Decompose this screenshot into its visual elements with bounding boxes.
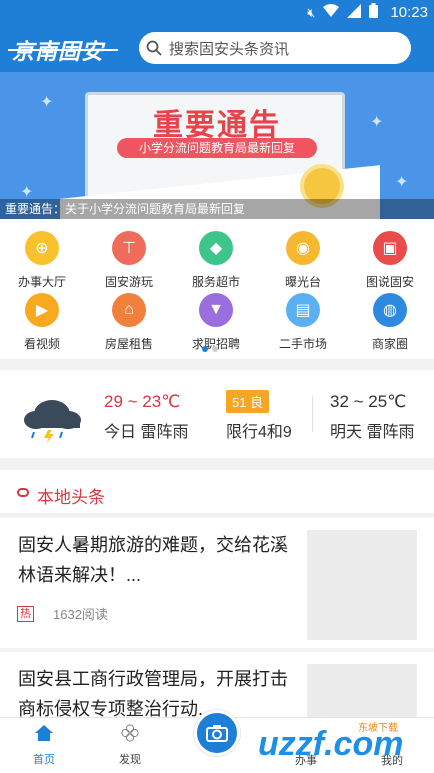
weather-card[interactable]: 29 ~ 23℃ 今日 雷阵雨 51 良 限行4和9 32 ~ 25℃ 明天 雷… <box>0 370 434 458</box>
news-section-title: 本地头条 <box>37 488 105 507</box>
service-item-exposure[interactable]: ◉ 曝光台 <box>273 231 333 290</box>
thunderstorm-icon <box>22 396 82 449</box>
service-item-office-hall[interactable]: ⊕ 办事大厅 <box>12 231 72 290</box>
tv-icon: ▶ <box>25 293 59 327</box>
camera-icon <box>206 725 228 742</box>
flower-icon <box>121 724 139 742</box>
search-bar[interactable]: 搜索固安头条资讯 <box>139 32 411 64</box>
service-row: ▶ 看视频 ⌂ 房屋租售 ▼ 求职招聘 ▤ 二手市场 ◍ 商家圈 <box>0 293 434 353</box>
tomorrow-weather: 明天 雷阵雨 <box>330 424 415 441</box>
watermark-subtext: 东坡下载 <box>358 723 398 734</box>
app-header: 京南固安 搜索固安头条资讯 <box>0 24 434 72</box>
status-bar: 🔇︎ 10:23 <box>0 0 434 24</box>
link-icon <box>17 488 29 497</box>
service-label: 商家圈 <box>371 337 408 351</box>
compass-icon: ⊕ <box>25 231 59 265</box>
signpost-icon: ⊤ <box>112 231 146 265</box>
service-label: 房屋租售 <box>104 337 153 351</box>
news-title[interactable]: 固安人暑期旅游的难题，交给花溪林语来解决！... <box>18 530 296 590</box>
page-indicator <box>202 346 218 352</box>
service-grid: ⊕ 办事大厅 ⊤ 固安游玩 ◆ 服务超市 ◉ 曝光台 ▣ 图说固安 ▶ 看视频 … <box>0 219 434 359</box>
picture-icon: ▣ <box>373 231 407 265</box>
battery-icon <box>369 3 379 23</box>
news-title[interactable]: 固安县工商行政管理局，开展打击商标侵权专项整治行动... <box>18 664 296 724</box>
signal-icon <box>347 3 362 23</box>
shopping-bag-icon: ◆ <box>199 231 233 265</box>
service-item-jobs[interactable]: ▼ 求职招聘 <box>186 293 246 352</box>
service-label: 二手市场 <box>278 337 327 351</box>
mute-icon: 🔇︎ <box>307 5 316 20</box>
read-count: 1632阅读 <box>53 607 108 622</box>
banner-caption[interactable]: 重要通告：关于小学分流问题教育局最新回复 <box>0 199 434 219</box>
service-label: 曝光台 <box>284 275 321 289</box>
sparkle-icon: ✦ <box>395 174 409 191</box>
service-item-second-hand[interactable]: ▤ 二手市场 <box>273 293 333 352</box>
shop-icon: ▤ <box>286 293 320 327</box>
nav-home[interactable]: 首页 <box>14 724 74 767</box>
service-label: 服务超市 <box>191 275 240 289</box>
page-dot <box>212 346 218 352</box>
service-item-travel[interactable]: ⊤ 固安游玩 <box>99 231 159 290</box>
nav-discover[interactable]: 发现 <box>100 724 160 767</box>
search-placeholder[interactable]: 搜索固安头条资讯 <box>169 38 289 59</box>
aqi-badge: 51 良 <box>226 390 270 413</box>
banner-carousel[interactable]: ✦ ✦ ✦ ✦ 重要通告 小学分流问题教育局最新回复 重要通告：关于小学分流问题… <box>0 72 434 219</box>
wifi-icon <box>323 3 340 23</box>
today-temperature: 29 ~ 23℃ <box>104 392 181 411</box>
news-thumbnail[interactable] <box>307 530 417 640</box>
service-item-housing[interactable]: ⌂ 房屋租售 <box>99 293 159 352</box>
today-weather: 今日 雷阵雨 <box>104 424 189 441</box>
service-label: 图说固安 <box>365 275 414 289</box>
page-dot-active <box>202 346 208 352</box>
service-label: 看视频 <box>23 337 60 351</box>
banner-subtitle: 小学分流问题教育局最新回复 <box>117 138 317 158</box>
hot-badge: 热 <box>17 606 34 622</box>
nav-label: 发现 <box>119 754 141 766</box>
news-item[interactable]: 固安人暑期旅游的难题，交给花溪林语来解决！... 热 1632阅读 <box>0 518 434 648</box>
traffic-limit: 限行4和9 <box>226 424 292 441</box>
camera-icon: ◉ <box>286 231 320 265</box>
divider <box>312 396 313 432</box>
tomorrow-temperature: 32 ~ 25℃ <box>330 392 407 411</box>
news-section-header: 本地头条 <box>0 470 434 514</box>
service-item-service-market[interactable]: ◆ 服务超市 <box>186 231 246 290</box>
store-icon: ◍ <box>373 293 407 327</box>
service-label: 办事大厅 <box>17 275 66 289</box>
tie-icon: ▼ <box>199 293 233 327</box>
service-label: 固安游玩 <box>104 275 153 289</box>
watermark-logo: uzzf.com 东坡下载 <box>258 713 434 773</box>
camera-button[interactable] <box>194 710 240 756</box>
house-icon: ⌂ <box>112 293 146 327</box>
service-item-merchants[interactable]: ◍ 商家圈 <box>360 293 420 352</box>
home-icon <box>35 725 53 741</box>
search-icon <box>139 40 169 56</box>
clock: 10:23 <box>390 4 428 21</box>
app-logo: 京南固安 <box>7 34 119 66</box>
nav-label: 首页 <box>33 754 55 766</box>
service-item-picture-story[interactable]: ▣ 图说固安 <box>360 231 420 290</box>
service-item-video[interactable]: ▶ 看视频 <box>12 293 72 352</box>
service-row: ⊕ 办事大厅 ⊤ 固安游玩 ◆ 服务超市 ◉ 曝光台 ▣ 图说固安 <box>0 231 434 291</box>
